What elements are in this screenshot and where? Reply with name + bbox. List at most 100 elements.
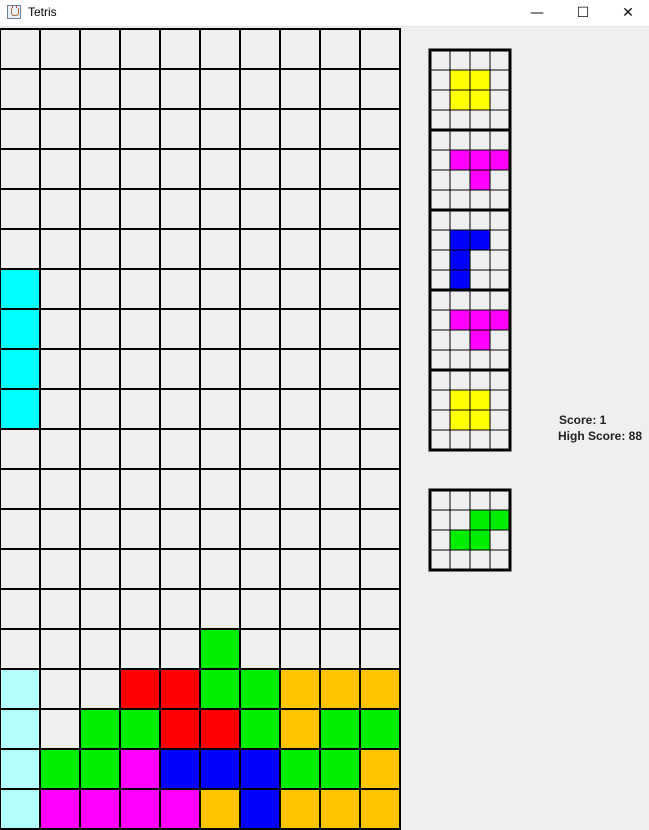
board-empty-cell xyxy=(119,188,161,230)
board-empty-cell xyxy=(319,268,361,310)
board-empty-cell xyxy=(239,428,281,470)
next-piece-empty-cell xyxy=(429,129,451,151)
board-empty-cell xyxy=(319,428,361,470)
board-empty-cell xyxy=(79,348,121,390)
next-piece-block-O xyxy=(449,89,471,111)
board-empty-cell xyxy=(319,628,361,670)
board-empty-cell xyxy=(39,188,81,230)
board-empty-cell xyxy=(279,308,321,350)
board-empty-cell xyxy=(79,508,121,550)
next-piece-empty-cell xyxy=(429,89,451,111)
board-grid xyxy=(0,28,401,830)
board-empty-cell xyxy=(279,28,321,70)
board-empty-cell xyxy=(119,268,161,310)
board-empty-cell xyxy=(359,148,401,190)
board-empty-cell xyxy=(79,268,121,310)
board-empty-cell xyxy=(159,28,201,70)
board-empty-cell xyxy=(79,548,121,590)
next-piece-empty-cell xyxy=(489,109,511,131)
board-block-L xyxy=(319,788,361,830)
next-piece-empty-cell xyxy=(469,289,491,311)
hold-piece-empty-cell xyxy=(469,549,491,571)
board-block-L xyxy=(279,788,321,830)
next-piece-block-J xyxy=(449,269,471,291)
board-empty-cell xyxy=(239,508,281,550)
board-block-T xyxy=(159,788,201,830)
board-block-L xyxy=(359,788,401,830)
next-piece-empty-cell xyxy=(489,129,511,151)
board-empty-cell xyxy=(279,108,321,150)
board-empty-cell xyxy=(79,308,121,350)
board-empty-cell xyxy=(359,188,401,230)
board-empty-cell xyxy=(39,268,81,310)
next-piece-block-O xyxy=(449,389,471,411)
board-empty-cell xyxy=(279,548,321,590)
next-piece-empty-cell xyxy=(429,149,451,171)
next-piece-empty-cell xyxy=(429,49,451,71)
minimize-button[interactable]: — xyxy=(514,0,560,26)
next-piece-block-T xyxy=(489,149,511,171)
high-score-label: High Score: 88 xyxy=(558,429,643,443)
board-empty-cell xyxy=(79,428,121,470)
board-empty-cell xyxy=(159,548,201,590)
hold-piece-empty-cell xyxy=(429,529,451,551)
next-piece-empty-cell xyxy=(449,349,471,371)
next-piece-empty-cell xyxy=(429,349,451,371)
board-empty-cell xyxy=(79,228,121,270)
next-piece-empty-cell xyxy=(469,49,491,71)
hold-piece-block-S xyxy=(469,509,491,531)
board-block-S xyxy=(319,748,361,790)
board-block-T xyxy=(119,748,161,790)
board-empty-cell xyxy=(119,68,161,110)
board-empty-cell xyxy=(199,188,241,230)
game-board[interactable] xyxy=(0,28,401,830)
board-empty-cell xyxy=(119,348,161,390)
board-empty-cell xyxy=(79,188,121,230)
board-empty-cell xyxy=(119,108,161,150)
next-piece-empty-cell xyxy=(429,269,451,291)
board-empty-cell xyxy=(159,188,201,230)
next-piece-empty-cell xyxy=(449,329,471,351)
score-label: Score: 1 xyxy=(559,413,607,427)
next-piece-empty-cell xyxy=(449,109,471,131)
board-block-S xyxy=(79,748,121,790)
next-piece-empty-cell xyxy=(489,369,511,391)
board-block-S xyxy=(279,748,321,790)
board-empty-cell xyxy=(319,508,361,550)
board-empty-cell xyxy=(239,28,281,70)
next-piece-empty-cell xyxy=(469,129,491,151)
board-block-I xyxy=(0,388,41,430)
board-empty-cell xyxy=(359,508,401,550)
next-piece-empty-cell xyxy=(489,209,511,231)
next-piece-empty-cell xyxy=(489,329,511,351)
board-empty-cell xyxy=(159,428,201,470)
board-empty-cell xyxy=(359,308,401,350)
board-empty-cell xyxy=(39,428,81,470)
maximize-button[interactable]: ☐ xyxy=(560,0,606,26)
next-piece-block-J xyxy=(449,229,471,251)
board-block-T xyxy=(39,788,81,830)
board-block-S xyxy=(199,628,241,670)
board-empty-cell xyxy=(39,148,81,190)
board-empty-cell xyxy=(359,388,401,430)
board-block-S xyxy=(239,668,281,710)
board-empty-cell xyxy=(0,68,41,110)
next-piece-empty-cell xyxy=(429,289,451,311)
board-empty-cell xyxy=(199,428,241,470)
next-piece-empty-cell xyxy=(449,369,471,391)
next-piece-4 xyxy=(429,289,511,371)
board-empty-cell xyxy=(359,548,401,590)
close-button[interactable]: ✕ xyxy=(605,0,649,26)
board-block-S xyxy=(239,708,281,750)
next-piece-3 xyxy=(429,209,511,291)
board-empty-cell xyxy=(119,428,161,470)
next-piece-block-J xyxy=(449,249,471,271)
board-block-I xyxy=(0,748,41,790)
next-piece-empty-cell xyxy=(429,369,451,391)
board-empty-cell xyxy=(159,148,201,190)
board-empty-cell xyxy=(359,628,401,670)
board-block-Z xyxy=(199,708,241,750)
next-piece-empty-cell xyxy=(489,169,511,191)
board-empty-cell xyxy=(319,348,361,390)
board-block-I xyxy=(0,348,41,390)
